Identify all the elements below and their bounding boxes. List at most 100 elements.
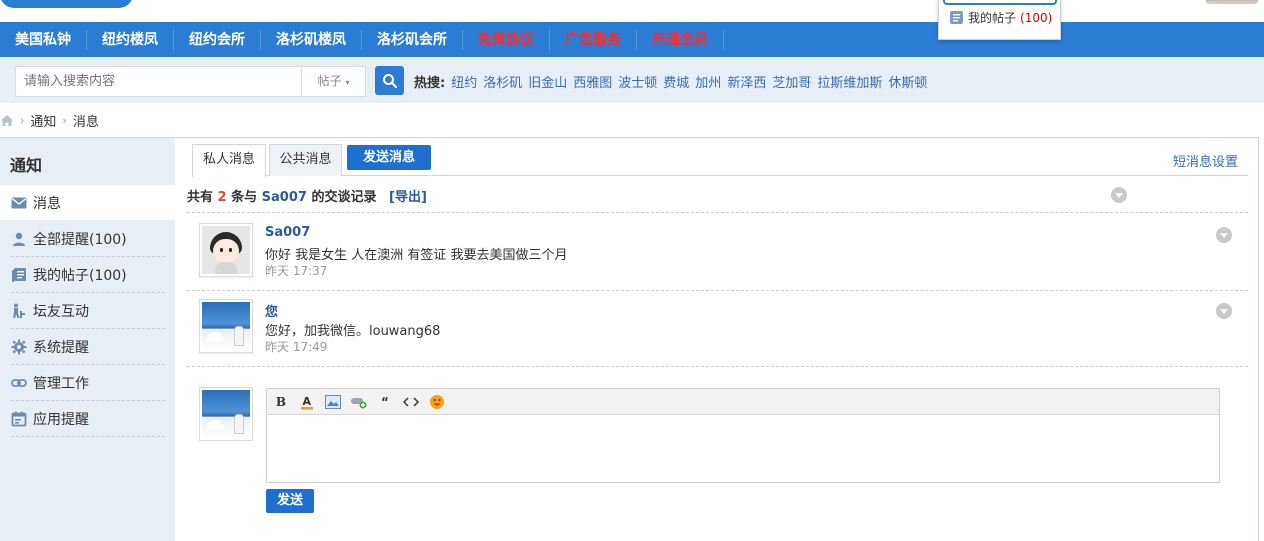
summary-middle: 条与 <box>231 190 258 205</box>
sidebar-item-label: 坛友互动 <box>33 304 89 320</box>
sidebar-item-label: 管理工作 <box>33 376 89 392</box>
sidebar-item-label: 全部提醒(100) <box>33 232 127 248</box>
hot-search-link[interactable]: 洛杉矶 <box>483 72 522 91</box>
reply-textarea[interactable] <box>267 415 1219 482</box>
avatar[interactable] <box>199 223 253 277</box>
avatar[interactable] <box>199 387 253 441</box>
hot-search-link[interactable]: 费城 <box>663 72 689 91</box>
sidebar-item-label: 应用提醒 <box>33 412 89 428</box>
send-button[interactable]: 发送 <box>266 489 314 513</box>
sidebar-item-management[interactable]: 管理工作 <box>11 366 165 401</box>
font-color-icon[interactable]: A <box>298 393 316 411</box>
message-settings-link[interactable]: 短消息设置 <box>1173 151 1238 170</box>
nav-item[interactable]: 纽约会所 <box>174 29 261 50</box>
hot-search-link[interactable]: 纽约 <box>451 72 477 91</box>
message-tabs: 私人消息 公共消息 发送消息 短消息设置 <box>192 144 1248 177</box>
top-strip <box>0 0 1264 22</box>
user-avatar-corner[interactable] <box>1206 0 1258 4</box>
nav-item[interactable]: 纽约楼凤 <box>87 29 174 50</box>
avatar-image <box>202 226 250 274</box>
nav-item[interactable]: 洛杉矶会所 <box>362 29 463 50</box>
export-link[interactable]: [导出] <box>389 190 427 205</box>
reply-editor: B A “ <box>266 388 1220 483</box>
popup-my-posts[interactable]: 我的帖子 (100) <box>949 9 1052 26</box>
message-menu-icon[interactable] <box>1216 303 1232 319</box>
search-button[interactable] <box>375 66 404 95</box>
bold-icon[interactable]: B <box>272 393 290 411</box>
nav-item-disclaimer[interactable]: 免责协议 <box>463 29 550 50</box>
nav-item[interactable]: 美国私钟 <box>0 29 87 50</box>
hot-search-link[interactable]: 芝加哥 <box>772 72 811 91</box>
message-time: 昨天 17:37 <box>265 264 328 278</box>
message-item: 您 您好，加我微信。louwang68 昨天 17:49 <box>199 299 1239 373</box>
sidebar-item-label: 系统提醒 <box>33 340 89 356</box>
hot-search-link[interactable]: 旧金山 <box>528 72 567 91</box>
main-frame: 通知 消息 全部提醒(100) 我的帖子(100) 坛友互动 系统提醒 管理工作… <box>0 137 1259 541</box>
hot-search-link[interactable]: 休斯顿 <box>888 72 927 91</box>
conversation-summary: 共有 2 条与 Sa007 的交谈记录 [导出] <box>187 186 427 205</box>
hot-search: 热搜: 纽约 洛杉矶 旧金山 西雅图 波士顿 费城 加州 新泽西 芝加哥 拉斯维… <box>414 72 927 91</box>
interaction-icon <box>13 303 25 318</box>
hot-search-link[interactable]: 新泽西 <box>727 72 766 91</box>
sidebar-item-system[interactable]: 系统提醒 <box>11 330 165 365</box>
search-type-select[interactable]: 帖子 ▾ <box>301 67 365 96</box>
summary-user[interactable]: Sa007 <box>262 190 307 205</box>
breadcrumb-notice[interactable]: 通知 <box>30 111 56 130</box>
sidebar-item-apps[interactable]: 应用提醒 <box>11 402 165 437</box>
sidebar-item-messages[interactable]: 消息 <box>0 185 175 220</box>
mail-icon <box>11 197 27 208</box>
nav-item[interactable]: 洛杉矶楼凤 <box>261 29 362 50</box>
collapse-toggle-icon[interactable] <box>1111 187 1127 203</box>
sidebar-item-label: 我的帖子(100) <box>33 268 127 284</box>
hot-search-link[interactable]: 西雅图 <box>573 72 612 91</box>
divider <box>187 290 1248 291</box>
message-text: 您好，加我微信。louwang68 <box>265 324 441 339</box>
message-menu-icon[interactable] <box>1216 227 1232 243</box>
sidebar-title: 通知 <box>10 156 43 175</box>
hot-search-link[interactable]: 波士顿 <box>618 72 657 91</box>
popup-highlight-edge <box>943 0 1057 5</box>
hot-search-link[interactable]: 拉斯维加斯 <box>817 72 882 91</box>
breadcrumb-separator: › <box>20 113 25 127</box>
search-input[interactable] <box>16 67 302 96</box>
message-sender[interactable]: Sa007 <box>265 225 310 240</box>
image-icon[interactable] <box>324 393 342 411</box>
main-nav: 美国私钟 纽约楼凤 纽约会所 洛杉矶楼凤 洛杉矶会所 免责协议 广告服务 开通会… <box>0 22 1264 57</box>
hot-search-label: 热搜: <box>414 76 446 91</box>
posts-icon <box>950 11 963 24</box>
search-icon <box>382 73 397 88</box>
code-icon[interactable] <box>402 393 420 411</box>
avatar-image <box>202 302 250 350</box>
breadcrumb-messages: 消息 <box>72 114 99 130</box>
emoji-icon[interactable] <box>428 393 446 411</box>
breadcrumb: › 通知 › 消息 <box>0 111 99 130</box>
hot-search-link[interactable]: 加州 <box>695 72 721 91</box>
search-type-label: 帖子 <box>317 74 342 88</box>
avatar[interactable] <box>199 299 253 353</box>
insert-link-icon[interactable] <box>350 393 368 411</box>
site-logo[interactable] <box>0 0 133 8</box>
summary-count: 2 <box>217 190 227 205</box>
tab-private-messages[interactable]: 私人消息 <box>192 144 266 177</box>
link-icon <box>11 379 27 387</box>
breadcrumb-separator: › <box>62 113 67 127</box>
send-message-button[interactable]: 发送消息 <box>347 145 431 170</box>
nav-item-membership[interactable]: 开通会员 <box>637 29 724 50</box>
nav-item-ads[interactable]: 广告服务 <box>550 29 637 50</box>
sidebar-item-interaction[interactable]: 坛友互动 <box>11 294 165 329</box>
divider <box>187 212 1248 213</box>
quote-icon[interactable]: “ <box>376 393 394 411</box>
message-text: 你好 我是女生 人在澳洲 有签证 我要去美国做三个月 <box>265 248 568 263</box>
chevron-down-icon: ▾ <box>345 78 350 87</box>
message-item: Sa007 你好 我是女生 人在澳洲 有签证 我要去美国做三个月 昨天 17:3… <box>199 223 1239 297</box>
home-icon[interactable] <box>0 114 14 127</box>
summary-prefix: 共有 <box>187 190 214 205</box>
sidebar-item-all-reminders[interactable]: 全部提醒(100) <box>11 222 165 257</box>
sidebar: 通知 消息 全部提醒(100) 我的帖子(100) 坛友互动 系统提醒 管理工作… <box>0 138 175 541</box>
tab-public-messages[interactable]: 公共消息 <box>269 144 342 176</box>
sidebar-item-label: 消息 <box>33 195 61 212</box>
summary-suffix: 的交谈记录 <box>311 190 377 205</box>
message-sender[interactable]: 您 <box>265 301 278 320</box>
sidebar-item-my-posts[interactable]: 我的帖子(100) <box>11 258 165 293</box>
gear-icon <box>11 339 27 355</box>
